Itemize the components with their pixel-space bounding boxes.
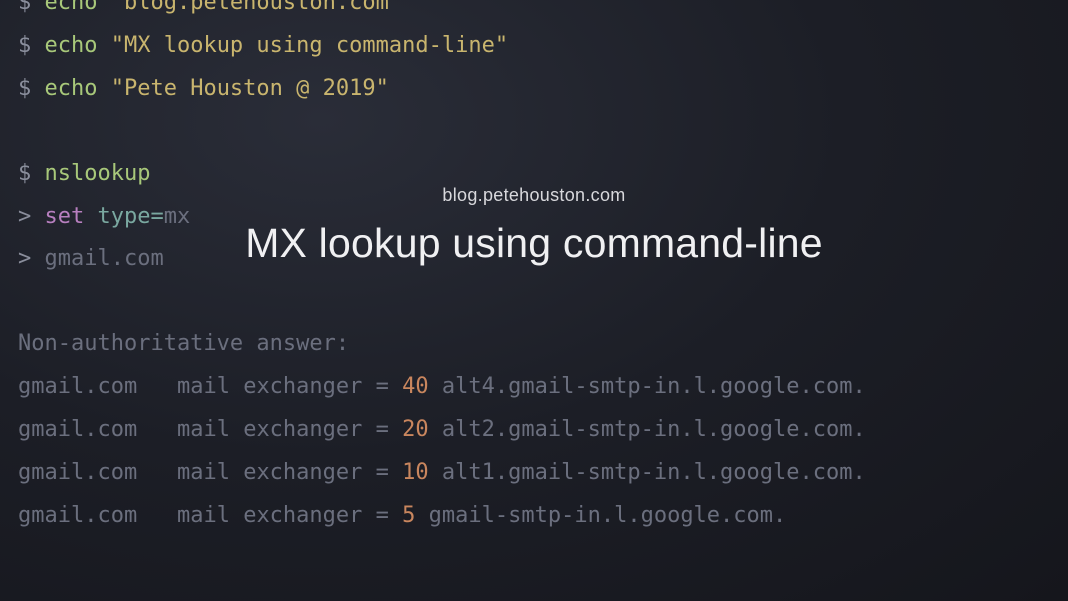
record-label: mail exchanger <box>177 374 362 399</box>
mx-record: gmail.com mail exchanger = 20 alt2.gmail… <box>18 409 1050 452</box>
record-eq: = <box>376 503 389 528</box>
record-label: mail exchanger <box>177 417 362 442</box>
record-label: mail exchanger <box>177 503 362 528</box>
record-priority: 5 <box>402 503 415 528</box>
terminal-line: $ nslookup <box>18 153 1050 196</box>
command-arg: "blog.petehouston.com" <box>97 0 402 15</box>
command: echo <box>45 33 98 58</box>
record-domain: gmail.com <box>18 374 137 399</box>
terminal-line: $ echo "Pete Houston @ 2019" <box>18 68 1050 111</box>
query-domain: gmail.com <box>45 246 164 271</box>
record-domain: gmail.com <box>18 417 137 442</box>
record-priority: 20 <box>402 417 429 442</box>
mx-record: gmail.com mail exchanger = 10 alt1.gmail… <box>18 452 1050 495</box>
sub-prompt: > <box>18 246 45 271</box>
command-arg: "Pete Houston @ 2019" <box>97 76 388 101</box>
record-domain: gmail.com <box>18 503 137 528</box>
keyword: set <box>45 204 85 229</box>
terminal-line: $ echo "blog.petehouston.com" <box>18 0 1050 25</box>
record-priority: 10 <box>402 460 429 485</box>
command-arg: "MX lookup using command-line" <box>97 33 508 58</box>
value: mx <box>164 204 191 229</box>
record-host: alt2.gmail-smtp-in.l.google.com. <box>442 417 866 442</box>
record-host: gmail-smtp-in.l.google.com. <box>429 503 787 528</box>
command: echo <box>45 76 98 101</box>
record-eq: = <box>376 417 389 442</box>
mx-record: gmail.com mail exchanger = 40 alt4.gmail… <box>18 366 1050 409</box>
prompt: $ <box>18 33 45 58</box>
record-eq: = <box>376 374 389 399</box>
prompt: $ <box>18 76 45 101</box>
mx-record: gmail.com mail exchanger = 5 gmail-smtp-… <box>18 495 1050 538</box>
record-label: mail exchanger <box>177 460 362 485</box>
prompt: $ <box>18 0 45 15</box>
sub-prompt: > <box>18 204 45 229</box>
variable: type <box>98 204 151 229</box>
command: echo <box>45 0 98 15</box>
terminal-line: $ echo "MX lookup using command-line" <box>18 25 1050 68</box>
answer-header: Non-authoritative answer: <box>18 323 1050 366</box>
record-domain: gmail.com <box>18 460 137 485</box>
terminal-line: > gmail.com <box>18 238 1050 281</box>
record-priority: 40 <box>402 374 429 399</box>
terminal-output: $ echo "blog.petehouston.com" $ echo "MX… <box>0 0 1068 601</box>
record-eq: = <box>376 460 389 485</box>
record-host: alt1.gmail-smtp-in.l.google.com. <box>442 460 866 485</box>
terminal-line: > set type=mx <box>18 196 1050 239</box>
prompt: $ <box>18 161 45 186</box>
record-host: alt4.gmail-smtp-in.l.google.com. <box>442 374 866 399</box>
command: nslookup <box>45 161 151 186</box>
equals: = <box>150 204 163 229</box>
